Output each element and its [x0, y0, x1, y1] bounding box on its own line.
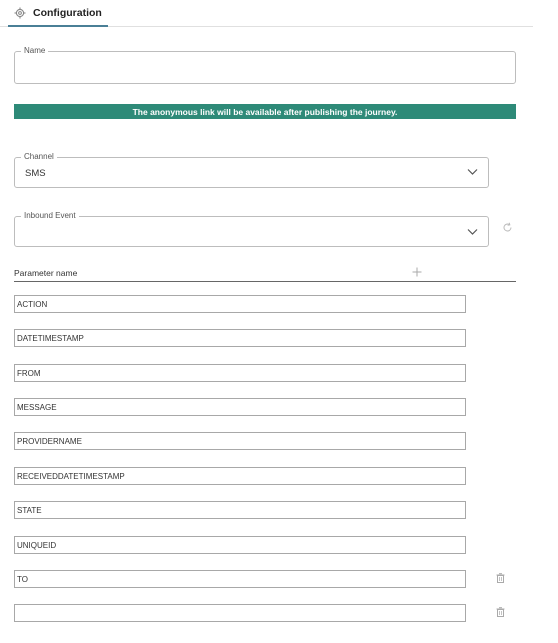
gear-icon — [14, 7, 26, 18]
trash-icon[interactable] — [496, 573, 505, 583]
channel-select[interactable]: Channel SMS — [14, 152, 489, 188]
channel-select-label: Channel — [21, 152, 57, 162]
parameter-input-to[interactable] — [14, 570, 466, 588]
chevron-down-icon — [467, 229, 478, 235]
inbound-event-select[interactable]: Inbound Event — [14, 211, 489, 247]
trash-icon[interactable] — [496, 607, 505, 617]
parameter-input-new[interactable] — [14, 604, 466, 622]
anonymous-link-banner-text: The anonymous link will be available aft… — [132, 106, 398, 117]
parameter-name-header: Parameter name — [14, 268, 78, 278]
tab-configuration-label: Configuration — [33, 6, 102, 19]
parameter-input-datetimestamp[interactable] — [14, 329, 466, 347]
parameter-input-action[interactable] — [14, 295, 466, 313]
parameter-input-uniqueid[interactable] — [14, 536, 466, 554]
inbound-event-select-label: Inbound Event — [21, 211, 79, 221]
parameter-input-from[interactable] — [14, 364, 466, 382]
parameter-table-header: Parameter name — [14, 266, 516, 282]
name-field-label: Name — [21, 46, 49, 56]
parameter-input-receiveddatetimestamp[interactable] — [14, 467, 466, 485]
tab-configuration[interactable]: Configuration — [8, 0, 108, 27]
tab-bar: Configuration — [0, 0, 533, 27]
channel-select-value: SMS — [25, 168, 46, 179]
parameter-input-message[interactable] — [14, 398, 466, 416]
name-field[interactable]: Name — [14, 46, 516, 84]
parameter-input-providername[interactable] — [14, 432, 466, 450]
chevron-down-icon — [467, 169, 478, 175]
refresh-icon[interactable] — [502, 222, 513, 233]
parameter-input-state[interactable] — [14, 501, 466, 519]
anonymous-link-banner: The anonymous link will be available aft… — [14, 104, 516, 119]
add-icon[interactable] — [412, 267, 422, 277]
